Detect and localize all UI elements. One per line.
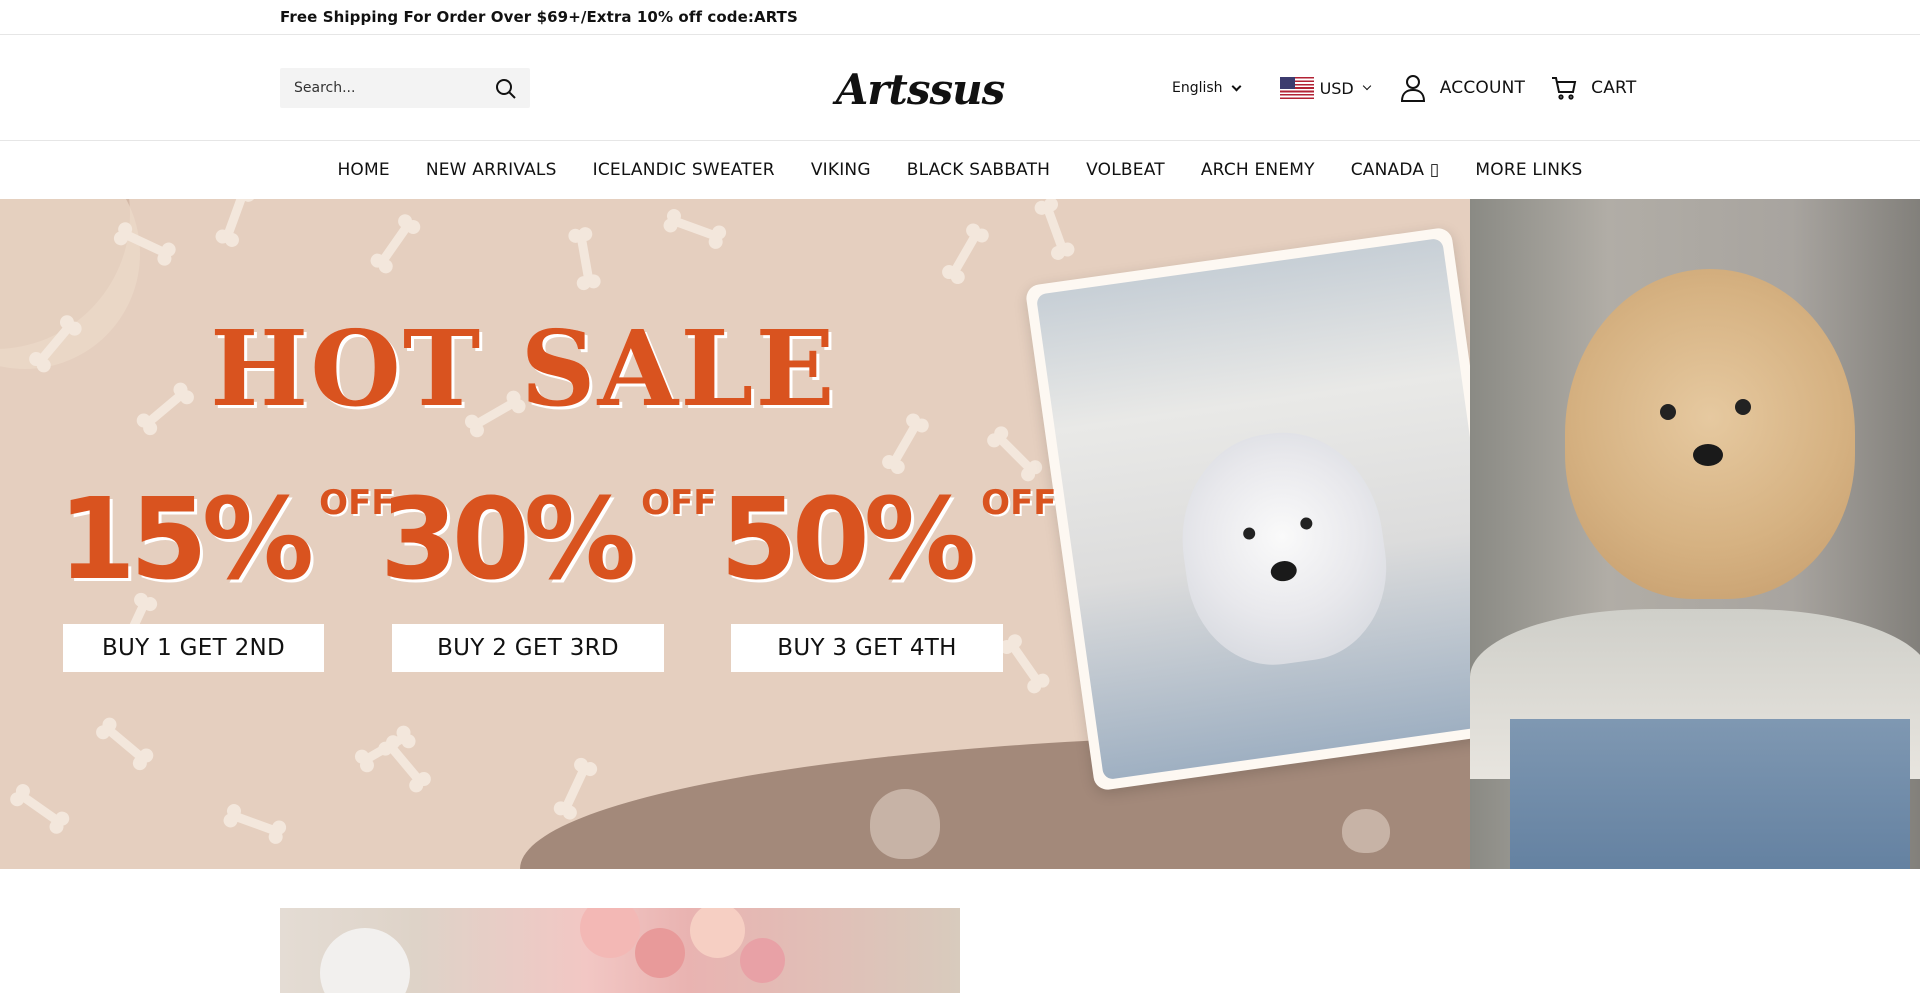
search-input[interactable] (280, 68, 480, 108)
bone-icon (229, 810, 281, 837)
site-header: Artssus English USD ACCOUNT (0, 35, 1920, 141)
cart-link[interactable]: CART (1551, 76, 1636, 100)
dog-print (1565, 269, 1855, 599)
language-selector[interactable]: English (1172, 80, 1242, 96)
site-logo[interactable]: Artssus (835, 64, 1006, 114)
announcement-text: Free Shipping For Order Over $69+/Extra … (280, 8, 798, 26)
offer-50: 50% OFF (720, 475, 1057, 605)
offer-off: OFF (319, 483, 395, 523)
logo-text: Artssus (835, 64, 1006, 114)
currency-selector[interactable]: USD (1279, 77, 1371, 99)
product-photo-white-dog (1024, 226, 1522, 792)
paw-icon (1342, 809, 1390, 853)
bone-icon (142, 388, 188, 429)
product-photo-tan-dog (1470, 199, 1920, 869)
cart-icon (1552, 77, 1577, 100)
dog-print (1168, 420, 1399, 676)
deal-button-buy2get3rd[interactable]: BUY 2 GET 3RD (392, 624, 664, 672)
cart-label: CART (1591, 78, 1637, 98)
bone-icon (376, 220, 414, 267)
nav-item-volbeat[interactable]: VOLBEAT (1068, 160, 1183, 180)
nav-item-viking[interactable]: VIKING (793, 160, 889, 180)
nav-item-more-links[interactable]: MORE LINKS (1457, 160, 1600, 180)
account-link[interactable]: ACCOUNT (1400, 74, 1525, 102)
offer-off: OFF (981, 483, 1057, 523)
language-label: English (1172, 80, 1223, 96)
offer-percent: 50% (720, 475, 976, 605)
bone-icon (1006, 640, 1044, 687)
product-image[interactable] (280, 908, 960, 993)
paw-icon (870, 789, 940, 859)
offer-percent: 15% (58, 475, 314, 605)
bone-icon (576, 233, 594, 284)
bone-icon (994, 432, 1036, 475)
nav-item-arch-enemy[interactable]: ARCH ENEMY (1183, 160, 1333, 180)
nav-item-black-sabbath[interactable]: BLACK SABBATH (889, 160, 1068, 180)
bone-icon (222, 199, 248, 241)
header-utilities: English USD ACCOUNT CART (1172, 68, 1636, 108)
hero-headline: HOT SALE (210, 307, 837, 430)
currency-label: USD (1319, 78, 1354, 98)
bone-icon (385, 741, 425, 786)
nav-item-home[interactable]: HOME (319, 160, 407, 180)
search-icon[interactable] (494, 77, 518, 101)
us-flag-icon (1279, 77, 1314, 99)
deal-button-buy1get2nd[interactable]: BUY 1 GET 2ND (63, 624, 324, 672)
nav-item-icelandic-sweater[interactable]: ICELANDIC SWEATER (575, 160, 793, 180)
nav-item-canada[interactable]: CANADA ▯ (1333, 160, 1458, 180)
bone-icon (1042, 203, 1068, 254)
bone-icon (669, 215, 721, 242)
hero-banner[interactable]: HOT SALE 15% OFF 30% OFF 50% OFF (0, 199, 1920, 869)
deal-button-buy3get4th[interactable]: BUY 3 GET 4TH (731, 624, 1003, 672)
bone-icon (560, 763, 590, 814)
bone-icon (102, 723, 148, 764)
account-label: ACCOUNT (1439, 78, 1526, 98)
chevron-down-icon (1231, 81, 1242, 91)
bone-icon (16, 790, 64, 827)
search-box (280, 68, 530, 108)
bone-icon (888, 419, 922, 468)
offer-off: OFF (641, 483, 717, 523)
announcement-bar: Free Shipping For Order Over $69+/Extra … (0, 0, 1920, 35)
offer-percent: 30% (380, 475, 636, 605)
offer-30: 30% OFF (380, 475, 717, 605)
offer-15: 15% OFF (58, 475, 395, 605)
chevron-down-icon (1362, 81, 1371, 91)
nav-item-new-arrivals[interactable]: NEW ARRIVALS (408, 160, 575, 180)
bone-icon (948, 229, 982, 278)
user-icon (1400, 75, 1425, 102)
main-nav: HOME NEW ARRIVALS ICELANDIC SWEATER VIKI… (0, 141, 1920, 199)
